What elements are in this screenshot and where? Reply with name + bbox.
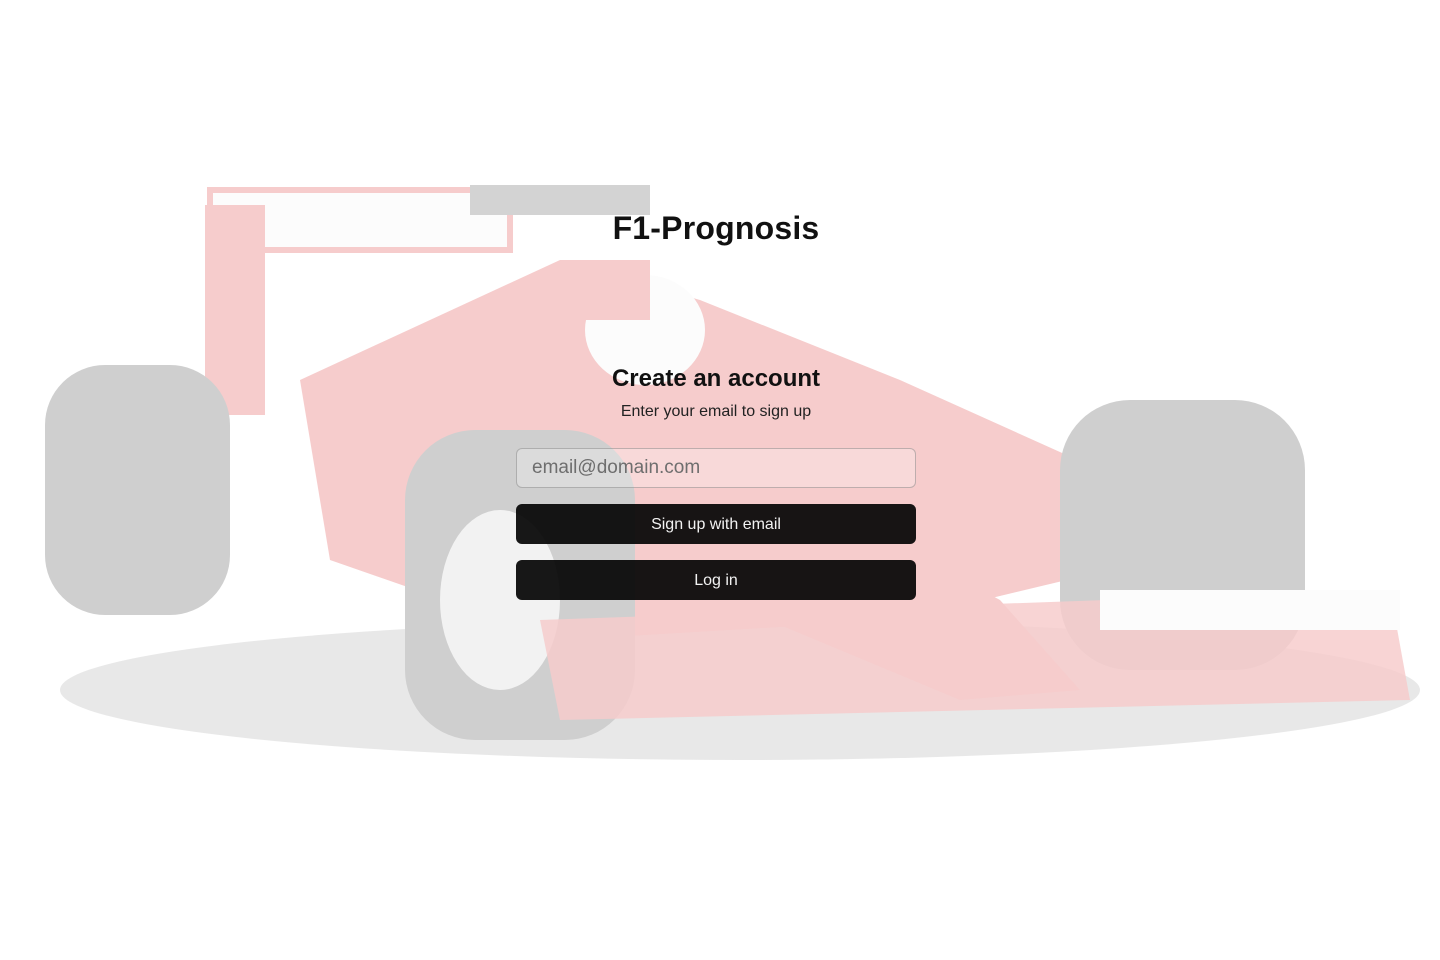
login-button[interactable]: Log in [516, 560, 916, 600]
app-title: F1-Prognosis [612, 210, 820, 246]
email-field[interactable] [516, 448, 916, 488]
form-subheading: Enter your email to sign up [620, 403, 812, 420]
content-layer: F1-Prognosis Create an account Enter you… [0, 0, 1440, 960]
form-heading: Create an account [611, 365, 821, 392]
signup-page: F1-Prognosis Create an account Enter you… [0, 0, 1440, 960]
signup-email-button[interactable]: Sign up with email [516, 504, 916, 544]
signup-form: Create an account Enter your email to si… [516, 362, 916, 600]
